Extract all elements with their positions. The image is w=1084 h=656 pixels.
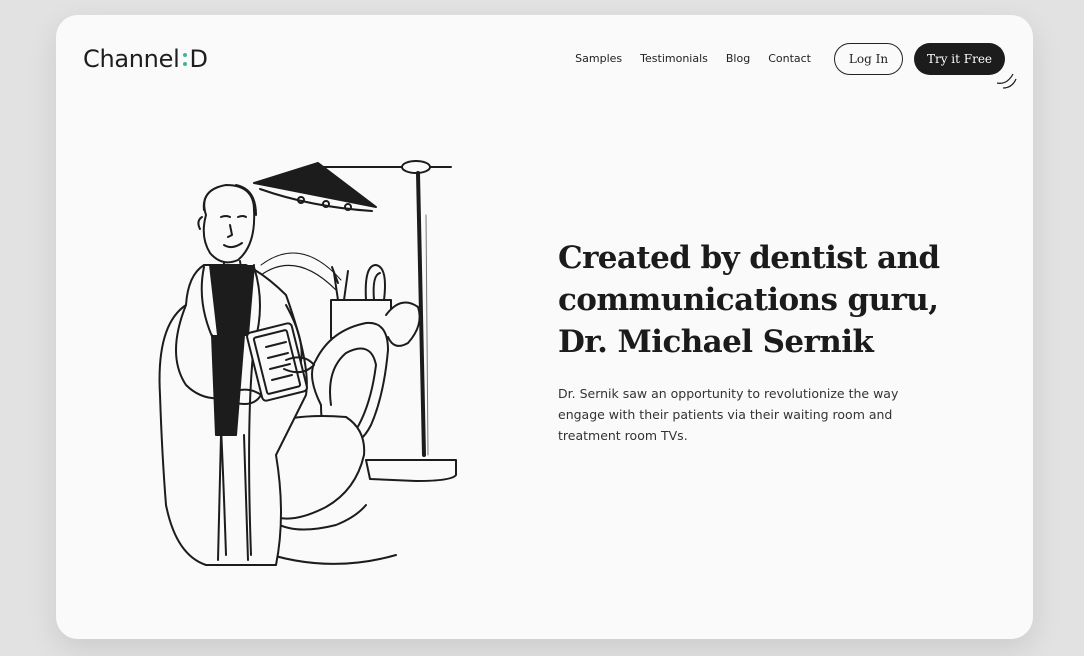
hero-description: Dr. Sernik saw an opportunity to revolut… [558, 386, 899, 443]
nav-testimonials[interactable]: Testimonials [640, 52, 708, 65]
nav-samples[interactable]: Samples [575, 52, 622, 65]
nav-blog[interactable]: Blog [726, 52, 750, 65]
dentist-illustration [158, 160, 457, 566]
brand-name-right: D [189, 45, 208, 73]
main-nav: Samples Testimonials Blog Contact [575, 52, 811, 65]
hero-section: Created by dentist and communications gu… [558, 237, 958, 446]
brand-logo[interactable]: Channel D [83, 45, 208, 73]
hero-heading-line: Created by dentist and [558, 240, 940, 276]
brand-name-left: Channel [83, 45, 180, 73]
try-free-button[interactable]: Try it Free [914, 43, 1005, 75]
sparkle-scribble-icon [996, 73, 1017, 89]
login-button[interactable]: Log In [834, 43, 903, 75]
nav-contact[interactable]: Contact [768, 52, 811, 65]
hero-heading-line: Dr. Michael Sernik [558, 324, 874, 360]
hero-heading-line: communications guru, [558, 282, 939, 318]
page-card: Channel D Samples Testimonials Blog Cont… [56, 15, 1033, 639]
hero-heading: Created by dentist and communications gu… [558, 237, 958, 363]
brand-colon-icon [183, 48, 188, 70]
